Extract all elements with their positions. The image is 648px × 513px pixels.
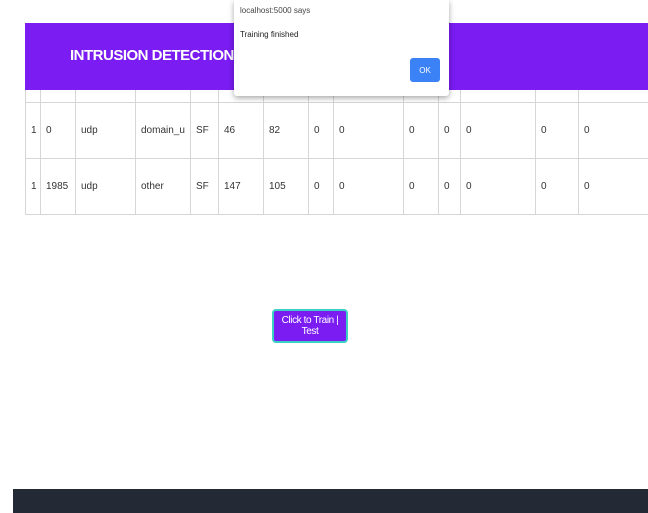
table-cell: 0 [333, 158, 404, 215]
dialog-message: Training finished [240, 30, 299, 39]
table-cell: udp [75, 102, 136, 159]
table-row: 1 1985 udp other SF 147 105 0 0 0 0 0 0 … [25, 158, 648, 215]
train-test-wrapper: Click to Train | Test [272, 309, 348, 343]
table-cell: 0 [578, 158, 648, 215]
footer [13, 489, 648, 513]
table-cell: 1 [25, 102, 41, 159]
table-cell: 147 [218, 158, 264, 215]
table-cell: 0 [578, 102, 648, 159]
table-cell: udp [75, 158, 136, 215]
table-cell: 0 [535, 102, 579, 159]
table-cell: 0 [438, 102, 461, 159]
table-cell: 82 [263, 102, 309, 159]
table-cell: 0 [40, 102, 76, 159]
table-cell: other [135, 158, 191, 215]
table-cell: 0 [535, 158, 579, 215]
table-cell: SF [190, 102, 219, 159]
ok-button[interactable]: OK [410, 58, 440, 82]
table-cell: 0 [308, 102, 334, 159]
table-cell: 0 [308, 158, 334, 215]
train-test-button[interactable]: Click to Train | Test [272, 309, 348, 343]
table-cell: SF [190, 158, 219, 215]
dialog-origin-text: localhost:5000 says [240, 6, 311, 15]
table-cell: 0 [460, 158, 536, 215]
table-cell: 0 [460, 102, 536, 159]
table-cell: 1 [25, 158, 41, 215]
table-cell: 0 [403, 158, 439, 215]
table-cell: 105 [263, 158, 309, 215]
table-cell: 0 [403, 102, 439, 159]
table-cell: 1985 [40, 158, 76, 215]
table-row: 1 0 udp domain_u SF 46 82 0 0 0 0 0 0 0 [25, 102, 648, 159]
table-cell: domain_u [135, 102, 191, 159]
table-cell: 0 [333, 102, 404, 159]
table-cell: 0 [438, 158, 461, 215]
data-table: 1 0 udp domain_u SF 46 82 0 0 0 0 0 0 0 … [25, 90, 648, 215]
table-cell: 46 [218, 102, 264, 159]
page: INTRUSION DETECTION SYSTEM 1 0 udp domai… [0, 0, 648, 513]
alert-dialog: localhost:5000 says Training finished OK [234, 0, 449, 96]
